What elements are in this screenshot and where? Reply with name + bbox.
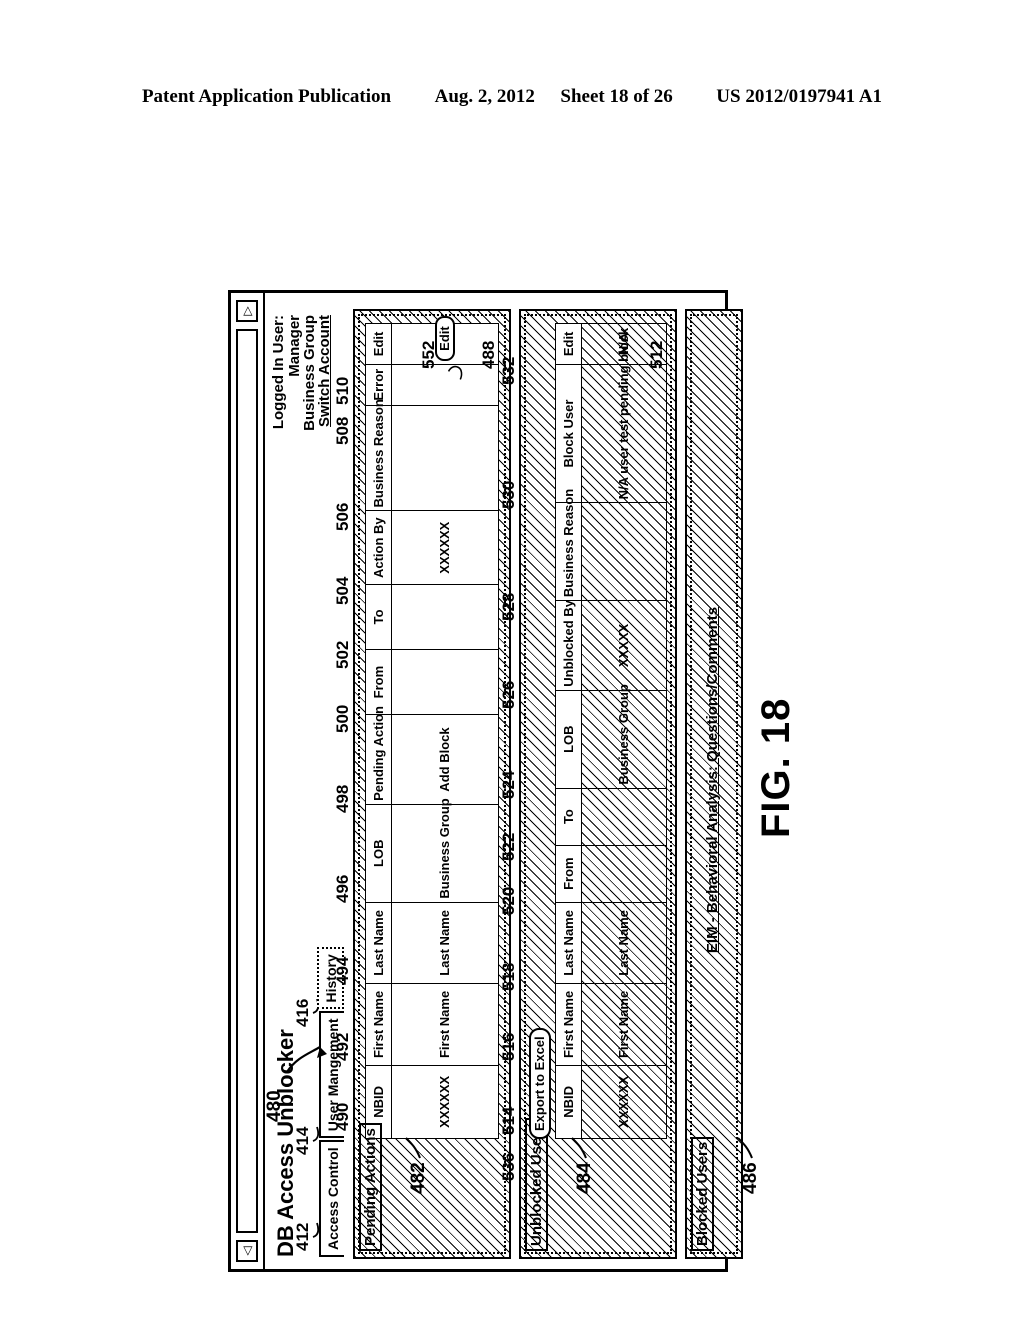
cell-lob: Business Group xyxy=(581,684,667,789)
logged-in-role: Manager xyxy=(286,315,303,377)
ref-530: 530 xyxy=(499,480,518,509)
eim-behavioral-analysis-link[interactable]: EIM - Behavioral Analysis: Questions/Com… xyxy=(704,303,721,1257)
ref-504: 504 xyxy=(333,576,352,605)
col-edit: Edit xyxy=(555,323,582,365)
ref-524: 524 xyxy=(499,770,518,799)
cell-unblocked-by: XXXXX xyxy=(581,600,667,691)
ref-480: 480 xyxy=(264,1090,285,1122)
col-from: From xyxy=(555,845,582,903)
publication-title: Patent Application Publication xyxy=(141,86,392,107)
ref-490: 490 xyxy=(333,1102,352,1131)
ref-510: 510 xyxy=(333,376,352,405)
logged-in-user-block: Logged In User: Manager Business Group S… xyxy=(270,315,333,431)
ref-496: 496 xyxy=(333,874,352,903)
col-business-reason: Business Reason xyxy=(555,489,582,601)
ref-494: 494 xyxy=(333,956,352,985)
ref-412: 412 xyxy=(293,1222,312,1251)
pending-braces xyxy=(447,365,463,380)
cell-first-name: First Name xyxy=(581,983,667,1066)
ref-522: 522 xyxy=(499,832,518,861)
unblocked-toolbar: Export to Excel xyxy=(529,1028,552,1139)
app-body: DB Access Unblocker Logged In User: Mana… xyxy=(265,293,743,1269)
col-unblocked-by: Unblocked By xyxy=(555,600,582,691)
ref-498: 498 xyxy=(333,784,352,813)
ref-518: 518 xyxy=(499,962,518,991)
ref-506: 506 xyxy=(333,502,352,531)
switch-account-link[interactable]: Switch Account xyxy=(316,315,333,431)
publication-number: US 2012/0197941 A1 xyxy=(716,86,883,107)
ref-500: 500 xyxy=(333,704,352,733)
ref-536: 536 xyxy=(499,1152,518,1181)
browser-toolbar: ◁ ▷ xyxy=(231,293,265,1269)
ref-512: 512 xyxy=(647,340,666,369)
col-nbid: NBID xyxy=(555,1065,582,1139)
ref-492: 492 xyxy=(333,1032,352,1061)
ref-552: 552 xyxy=(419,340,438,369)
col-last-name: Last Name xyxy=(555,902,582,984)
cell-block-user: N/A user test pending block xyxy=(581,328,667,503)
logged-in-label: Logged In User: xyxy=(270,315,287,430)
ref-484: 484 xyxy=(574,1162,595,1194)
panels-region: Pending Actions NBID First Name Last Nam… xyxy=(333,309,743,1259)
ref-486: 486 xyxy=(740,1162,761,1194)
col-to: To xyxy=(555,788,582,846)
ref-516: 516 xyxy=(499,1032,518,1061)
panel-unblocked-users: Unblocked Users Export to Excel NBID Fir… xyxy=(499,309,677,1259)
ref-502: 502 xyxy=(333,640,352,669)
cell-to xyxy=(581,788,667,846)
ref-528: 528 xyxy=(499,592,518,621)
figure-caption: FIG. 18 xyxy=(754,697,798,838)
col-first-name: First Name xyxy=(555,983,582,1066)
cell-from xyxy=(581,845,667,903)
forward-arrow-icon[interactable]: ▷ xyxy=(236,300,258,322)
ref-416: 416 xyxy=(293,998,312,1027)
logged-in-group: Business Group xyxy=(301,315,318,431)
ref-414: 414 xyxy=(293,1126,312,1155)
sheet-number: Sheet 18 of 26 xyxy=(560,86,673,107)
col-block-user: Block User xyxy=(555,364,582,503)
cell-last-name: Last Name xyxy=(581,902,667,984)
unblocked-users-table: NBID First Name Last Name From To LOB Un… xyxy=(555,323,667,1139)
browser-window: ◁ ▷ DB Access Unblocker Logged In User: … xyxy=(228,290,743,1272)
ref-532: 532 xyxy=(499,356,518,385)
back-arrow-icon[interactable]: ◁ xyxy=(236,1240,258,1262)
tab-access-control[interactable]: Access Control xyxy=(319,1140,344,1257)
ref-508: 508 xyxy=(333,416,352,445)
address-bar-input[interactable] xyxy=(236,329,258,1233)
ref-514: 514 xyxy=(499,1106,518,1135)
table-row: XXXXXX First Name Last Name Business Gro… xyxy=(581,323,667,1139)
publication-date: Aug. 2, 2012 xyxy=(434,86,535,107)
export-to-excel-button[interactable]: Export to Excel xyxy=(529,1028,552,1139)
panel-pending-actions: Pending Actions NBID First Name Last Nam… xyxy=(333,309,511,1259)
ref-520: 520 xyxy=(499,886,518,915)
table-header-row: NBID First Name Last Name From To LOB Un… xyxy=(555,323,582,1139)
publication-header: Patent Application Publication Aug. 2, 2… xyxy=(0,86,1024,108)
unblocked-users-content: NBID First Name Last Name From To LOB Un… xyxy=(555,323,667,1139)
ref-526: 526 xyxy=(499,680,518,709)
cell-business-reason xyxy=(581,502,667,601)
cell-nbid: XXXXXX xyxy=(581,1065,667,1139)
col-lob: LOB xyxy=(555,690,582,789)
ref-488: 488 xyxy=(479,340,498,369)
figure-18: FIG. 18 480 482 484 486 ◁ ▷ DB Access Un… xyxy=(192,230,832,1290)
panel-title-blocked-users: Blocked Users xyxy=(691,1136,714,1251)
